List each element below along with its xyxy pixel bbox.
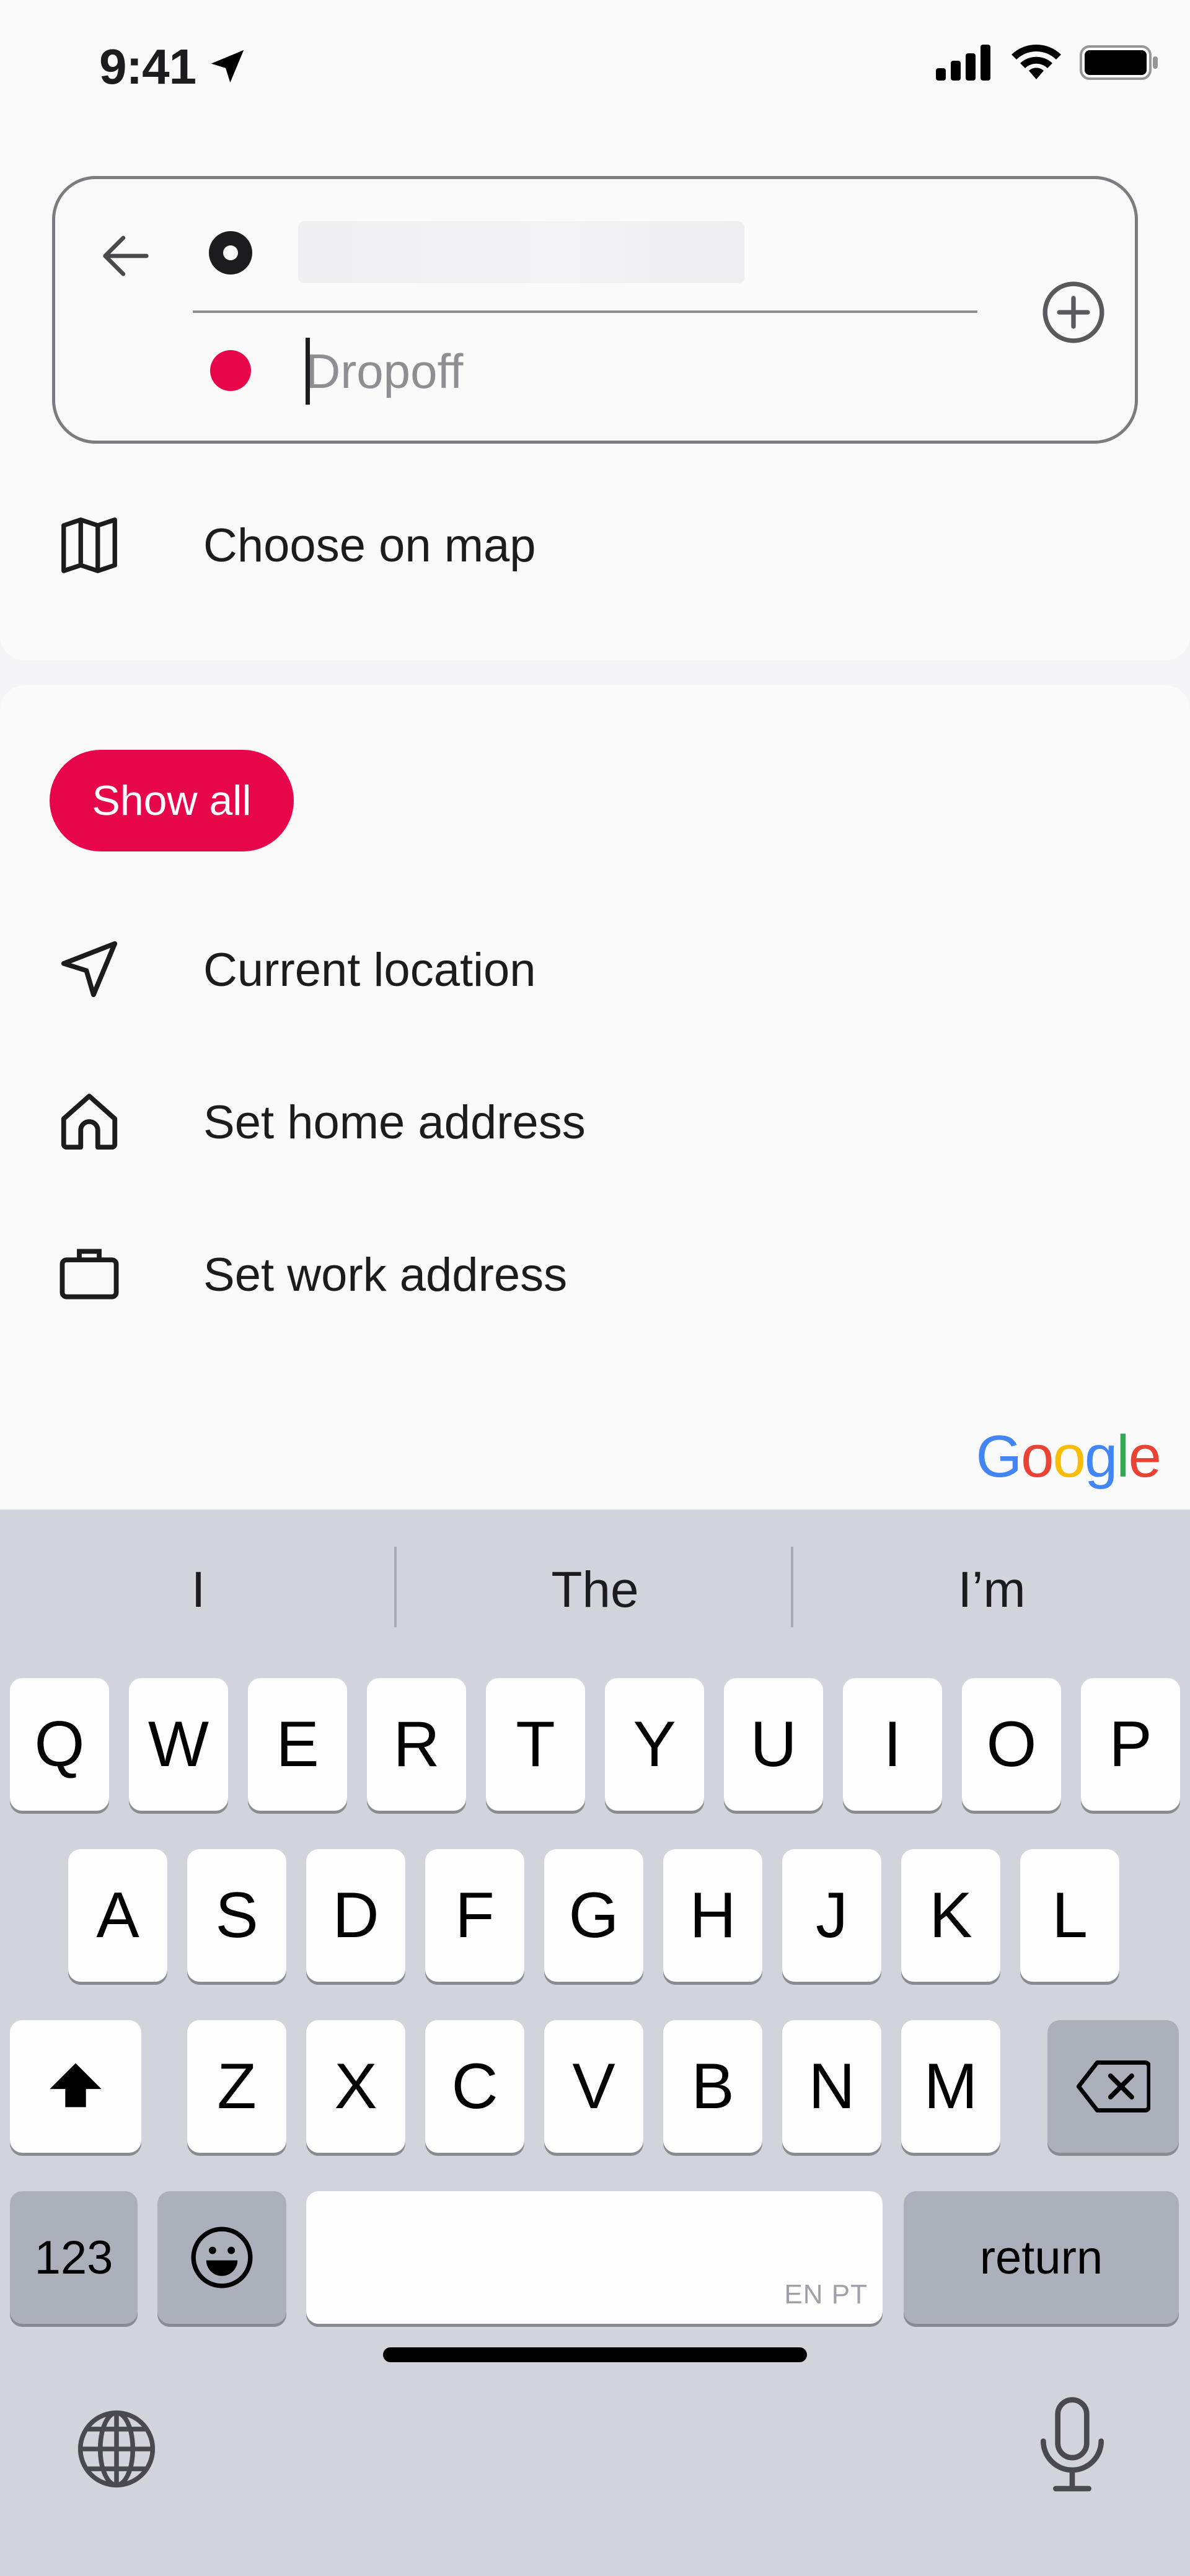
briefcase-icon [52, 1237, 126, 1311]
key-a[interactable]: A [68, 1849, 167, 1982]
key-x[interactable]: X [306, 2020, 405, 2153]
list-item-label: Set work address [203, 1249, 568, 1301]
key-w[interactable]: W [129, 1678, 228, 1811]
key-q[interactable]: Q [10, 1678, 109, 1811]
google-logo: Google [976, 1423, 1161, 1490]
key-g[interactable]: G [544, 1849, 643, 1982]
battery-icon [1080, 45, 1158, 80]
key-r[interactable]: R [367, 1678, 466, 1811]
choose-on-map-row[interactable]: Choose on map [0, 477, 1190, 613]
suggestions-panel: Show all Current location Set home addre… [0, 685, 1190, 1510]
key-t[interactable]: T [486, 1678, 585, 1811]
suggestion-item[interactable]: I [0, 1510, 397, 1671]
shift-key[interactable] [10, 2020, 141, 2153]
list-item-label: Set home address [203, 1096, 586, 1149]
show-all-button[interactable]: Show all [50, 750, 294, 851]
suggestion-item[interactable]: I’m [793, 1510, 1190, 1671]
list-item-label: Current location [203, 944, 536, 996]
keyboard-suggestions: I The I’m [0, 1510, 1190, 1671]
navigation-arrow-icon [52, 932, 126, 1006]
key-z[interactable]: Z [187, 2020, 286, 2153]
emoji-key[interactable] [157, 2191, 286, 2324]
key-e[interactable]: E [248, 1678, 347, 1811]
key-c[interactable]: C [425, 2020, 524, 2153]
pickup-input[interactable] [298, 221, 744, 283]
key-f[interactable]: F [425, 1849, 524, 1982]
key-h[interactable]: H [663, 1849, 762, 1982]
key-d[interactable]: D [306, 1849, 405, 1982]
suggestion-item[interactable]: The [397, 1510, 793, 1671]
emoji-icon [191, 2227, 253, 2288]
dropoff-input[interactable] [306, 334, 975, 408]
list-item-home[interactable]: Set home address [0, 1060, 1190, 1184]
backspace-key[interactable] [1047, 2020, 1179, 2153]
status-icons [936, 43, 1159, 82]
keyboard: I The I’m Q W E R T Y U I O P A S D F G … [0, 1510, 1190, 2576]
key-l[interactable]: L [1020, 1849, 1119, 1982]
home-icon [52, 1084, 126, 1159]
key-b[interactable]: B [663, 2020, 762, 2153]
numbers-key[interactable]: 123 [10, 2191, 138, 2324]
status-time: 9:41 [99, 39, 196, 94]
key-i[interactable]: I [843, 1678, 942, 1811]
list-item-current-location[interactable]: Current location [0, 907, 1190, 1031]
add-stop-icon[interactable] [1039, 278, 1108, 346]
location-arrow-icon [211, 50, 244, 83]
wifi-icon [1011, 45, 1061, 79]
choose-on-map-label: Choose on map [203, 519, 536, 572]
key-v[interactable]: V [544, 2020, 643, 2153]
status-bar: 9:41 [0, 0, 1190, 136]
back-arrow-icon[interactable] [95, 225, 157, 287]
cellular-signal-icon [936, 45, 990, 81]
text-caret [306, 338, 310, 405]
home-indicator [383, 2347, 807, 2362]
key-k[interactable]: K [901, 1849, 1000, 1982]
key-n[interactable]: N [782, 2020, 881, 2153]
key-y[interactable]: Y [605, 1678, 704, 1811]
key-p[interactable]: P [1081, 1678, 1180, 1811]
space-key[interactable]: EN PT [306, 2191, 883, 2324]
dropoff-dot-icon [210, 350, 251, 391]
key-u[interactable]: U [724, 1678, 823, 1811]
key-s[interactable]: S [187, 1849, 286, 1982]
globe-icon[interactable] [73, 2406, 160, 2492]
pickup-dot-icon [209, 231, 252, 275]
backspace-icon [1076, 2060, 1150, 2112]
list-item-work[interactable]: Set work address [0, 1212, 1190, 1336]
route-divider [193, 310, 977, 313]
key-m[interactable]: M [901, 2020, 1000, 2153]
key-o[interactable]: O [962, 1678, 1061, 1811]
return-key[interactable]: return [904, 2191, 1179, 2324]
shift-icon [50, 2063, 102, 2108]
space-key-languages: EN PT [784, 2279, 868, 2310]
route-input-box [52, 176, 1138, 444]
key-j[interactable]: J [782, 1849, 881, 1982]
route-card: Choose on map [0, 136, 1190, 661]
map-icon [52, 508, 126, 582]
microphone-icon[interactable] [1035, 2396, 1109, 2495]
